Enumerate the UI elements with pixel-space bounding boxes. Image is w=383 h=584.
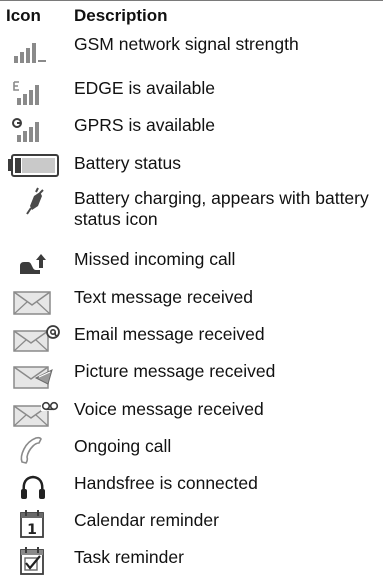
header-icon-label: Icon	[6, 6, 41, 25]
row-description: Text message received	[74, 287, 253, 307]
row-description: Picture message received	[74, 361, 276, 381]
row-description: Battery charging, appears with battery s…	[74, 188, 369, 229]
row-description: Battery status	[74, 153, 181, 173]
row-description: GSM network signal strength	[74, 34, 299, 54]
charging-plug-icon	[6, 186, 66, 216]
row-description: GPRS is available	[74, 115, 216, 135]
row-description: Email message received	[74, 324, 265, 344]
edge-signal-icon	[6, 78, 66, 108]
envelope-picture-icon	[6, 360, 66, 390]
gprs-signal-icon	[6, 115, 66, 145]
battery-icon	[6, 151, 66, 181]
phone-handset-icon	[6, 435, 66, 465]
row-description: Calendar reminder	[74, 510, 219, 530]
envelope-at-icon	[6, 323, 66, 353]
calendar-day-number: 1	[27, 522, 37, 538]
headset-icon	[6, 472, 66, 502]
row-description: Task reminder	[74, 547, 184, 567]
table-header: Icon Description	[0, 6, 383, 28]
signal-strength-icon	[6, 36, 66, 66]
envelope-voicemail-icon	[6, 398, 66, 428]
row-description: Handsfree is connected	[74, 473, 258, 493]
task-checkbox-icon	[6, 546, 66, 576]
calendar-icon: 1	[6, 509, 66, 539]
row-description: EDGE is available	[74, 78, 216, 98]
header-description-label: Description	[74, 6, 168, 25]
row-description: Missed incoming call	[74, 249, 236, 269]
row-description: Voice message received	[74, 399, 264, 419]
row-description: Ongoing call	[74, 436, 172, 456]
top-rule	[0, 0, 383, 1]
missed-call-icon	[6, 248, 66, 278]
envelope-icon	[6, 286, 66, 316]
